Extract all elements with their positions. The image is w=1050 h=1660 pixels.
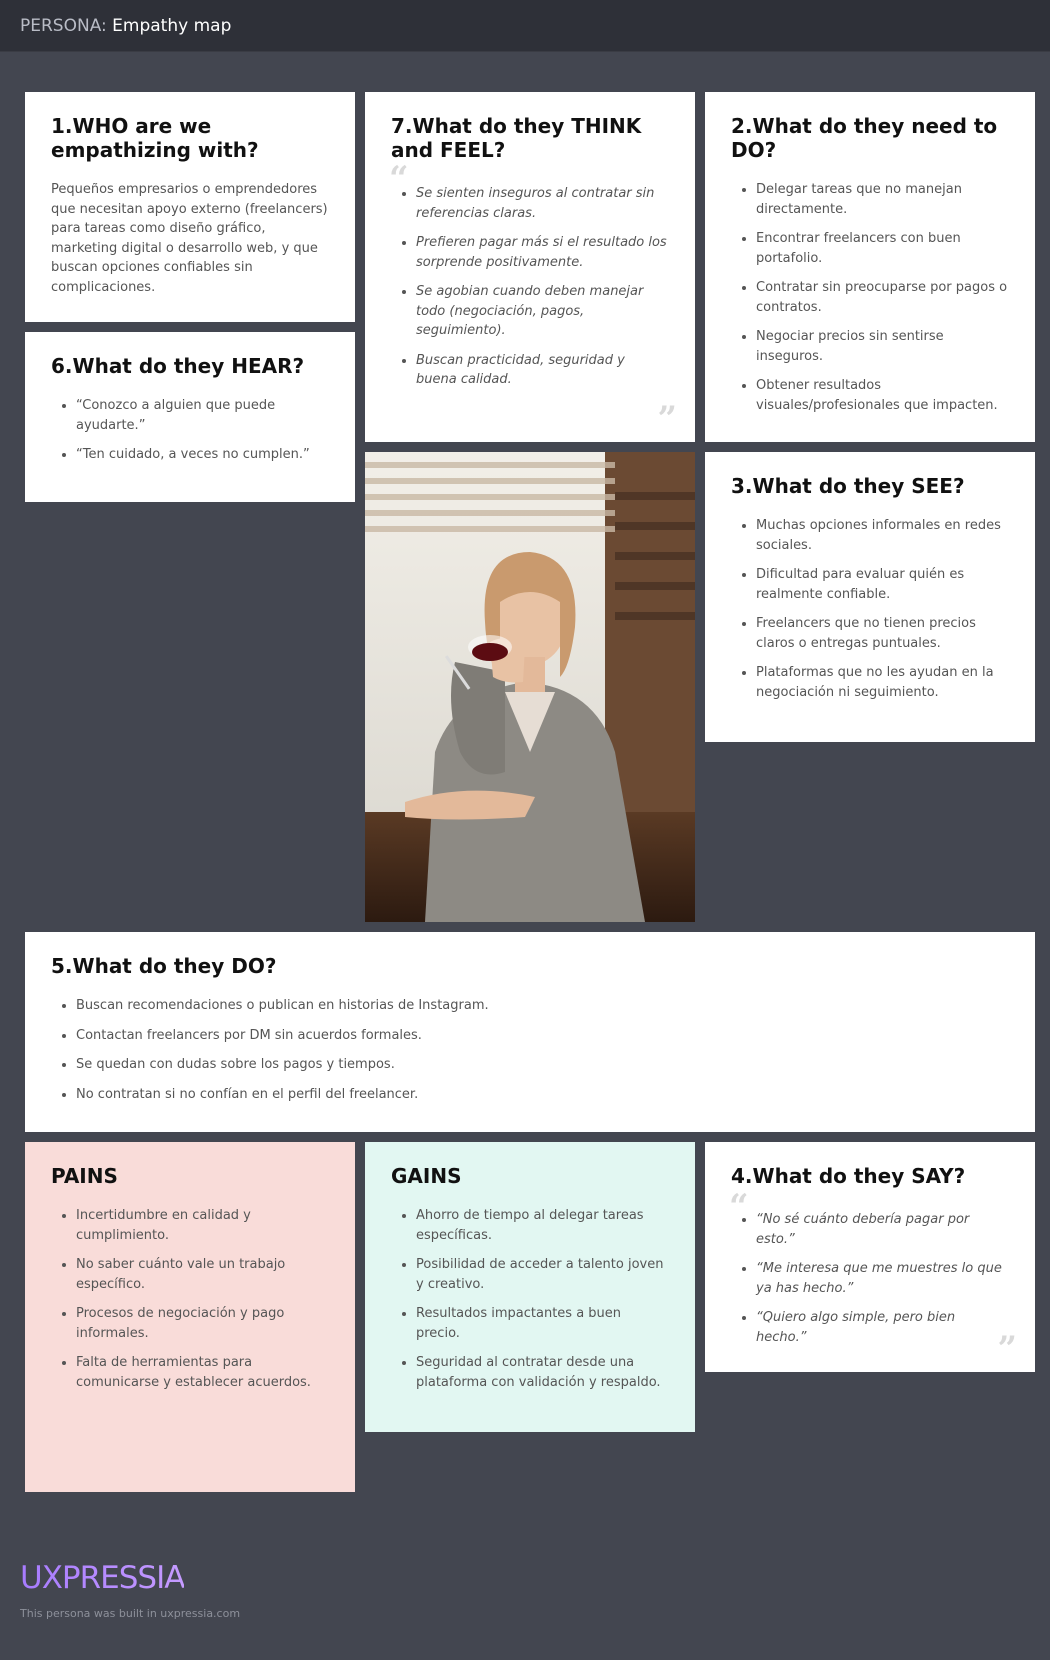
gains-title: GAINS (391, 1164, 462, 1188)
think-title: 7.What do they THINK and FEEL? (391, 114, 642, 162)
uxpressia-logo[interactable]: UXPRESSIA (20, 1560, 185, 1596)
do-card: 5.What do they DO? Buscan recomendacione… (25, 932, 1035, 1132)
list-item: Contactan freelancers por DM sin acuerdo… (62, 1026, 1009, 1046)
footer-note: This persona was built in uxpressia.com (20, 1607, 241, 1620)
list-item: “Ten cuidado, a veces no cumplen.” (62, 445, 329, 465)
say-title: 4.What do they SAY? (731, 1164, 966, 1188)
see-title: 3.What do they SEE? (731, 474, 965, 498)
title-text: Empathy map (112, 16, 232, 36)
open-quote-icon: “ (389, 159, 409, 199)
list-item: No contratan si no confían en el perfil … (62, 1085, 1009, 1105)
list-item: Plataformas que no les ayudan en la nego… (742, 663, 1009, 702)
list-item: Incertidumbre en calidad y cumplimiento. (62, 1206, 329, 1245)
list-item: No saber cuánto vale un trabajo específi… (62, 1255, 329, 1294)
who-text: Pequeños empresarios o emprendedores que… (51, 182, 328, 295)
list-item: Muchas opciones informales en redes soci… (742, 516, 1009, 555)
need-title: 2.What do they need to DO? (731, 114, 998, 162)
pains-title: PAINS (51, 1164, 118, 1188)
who-title: 1.WHO are we empathizing with? (51, 114, 259, 162)
top-bar: PERSONA: Empathy map (0, 0, 1050, 52)
list-item: Procesos de negociación y pago informale… (62, 1304, 329, 1343)
hear-title: 6.What do they HEAR? (51, 354, 305, 378)
pains-card: PAINS Incertidumbre en calidad y cumplim… (25, 1142, 355, 1492)
list-item: Buscan practicidad, seguridad y buena ca… (402, 351, 669, 390)
think-feel-card: 7.What do they THINK and FEEL? “ Se sien… (365, 92, 695, 442)
list-item: Resultados impactantes a buen precio. (402, 1304, 669, 1343)
list-item: Delegar tareas que no manejan directamen… (742, 180, 1009, 219)
list-item: Seguridad al contratar desde una platafo… (402, 1353, 669, 1392)
list-item: Negociar precios sin sentirse inseguros. (742, 327, 1009, 366)
list-item: “Me interesa que me muestres lo que ya h… (742, 1259, 1009, 1298)
see-card: 3.What do they SEE? Muchas opciones info… (705, 452, 1035, 742)
list-item: “Quiero algo simple, pero bien hecho.” (742, 1308, 1009, 1347)
list-item: Obtener resultados visuales/profesionale… (742, 376, 1009, 415)
list-item: “No sé cuánto debería pagar por esto.” (742, 1210, 1009, 1249)
persona-image (365, 452, 695, 922)
list-item: Contratar sin preocuparse por pagos o co… (742, 278, 1009, 317)
list-item: Buscan recomendaciones o publican en his… (62, 996, 1009, 1016)
list-item: Freelancers que no tienen precios claros… (742, 614, 1009, 653)
say-card: 4.What do they SAY? “ “No sé cuánto debe… (705, 1142, 1035, 1372)
title-prefix: PERSONA: (20, 16, 107, 36)
who-card: 1.WHO are we empathizing with? Pequeños … (25, 92, 355, 322)
list-item: Falta de herramientas para comunicarse y… (62, 1353, 329, 1392)
page-title: PERSONA: Empathy map (20, 16, 231, 36)
list-item: Encontrar freelancers con buen portafoli… (742, 229, 1009, 268)
list-item: Prefieren pagar más si el resultado los … (402, 233, 669, 272)
list-item: Se sienten inseguros al contratar sin re… (402, 184, 669, 223)
close-quote-icon: ” (657, 399, 677, 439)
list-item: “Conozco a alguien que puede ayudarte.” (62, 396, 329, 435)
list-item: Ahorro de tiempo al delegar tareas espec… (402, 1206, 669, 1245)
persona-photo (365, 452, 695, 922)
list-item: Se quedan con dudas sobre los pagos y ti… (62, 1055, 1009, 1075)
list-item: Se agobian cuando deben manejar todo (ne… (402, 282, 669, 341)
hear-card: 6.What do they HEAR? “Conozco a alguien … (25, 332, 355, 502)
close-quote-icon: ” (997, 1329, 1017, 1369)
need-card: 2.What do they need to DO? Delegar tarea… (705, 92, 1035, 442)
list-item: Posibilidad de acceder a talento joven y… (402, 1255, 669, 1294)
list-item: Dificultad para evaluar quién es realmen… (742, 565, 1009, 604)
do-title: 5.What do they DO? (51, 954, 277, 978)
gains-card: GAINS Ahorro de tiempo al delegar tareas… (365, 1142, 695, 1432)
